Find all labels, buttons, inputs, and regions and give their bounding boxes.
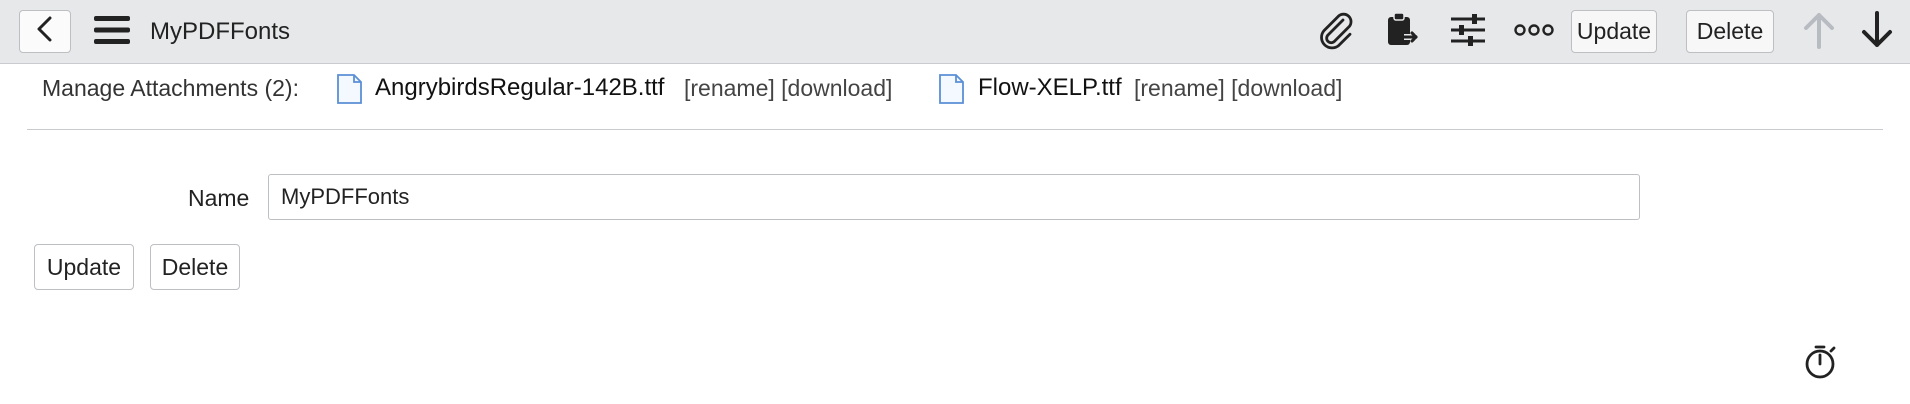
stopwatch-icon <box>1802 345 1842 386</box>
top-header: MyPDFFonts Update Delete <box>0 0 1910 64</box>
previous-record-button[interactable] <box>1797 10 1841 54</box>
more-options-button[interactable] <box>1512 10 1556 54</box>
file-icon <box>336 74 362 104</box>
update-button[interactable]: Update <box>34 244 134 290</box>
sliders-icon <box>1448 10 1488 55</box>
rename-link[interactable]: [rename] <box>1134 75 1225 101</box>
attachment-file-link[interactable]: AngrybirdsRegular-142B.ttf <box>375 66 664 110</box>
header-update-button[interactable]: Update <box>1571 10 1657 53</box>
paperclip-icon <box>1316 10 1356 55</box>
attachment-button[interactable] <box>1314 10 1358 54</box>
attachment-file-link[interactable]: Flow-XELP.ttf <box>978 66 1122 110</box>
page-title: MyPDFFonts <box>150 18 291 45</box>
download-link[interactable]: [download] <box>1231 75 1342 101</box>
header-delete-button[interactable]: Delete <box>1686 10 1774 53</box>
hamburger-menu-icon <box>93 15 131 50</box>
menu-button[interactable] <box>92 14 132 50</box>
next-record-button[interactable] <box>1855 10 1899 54</box>
clipboard-icon <box>1382 10 1422 55</box>
back-button[interactable] <box>19 10 71 53</box>
response-time-button[interactable] <box>1802 342 1842 382</box>
name-label: Name <box>188 185 250 211</box>
back-icon <box>34 16 56 47</box>
download-link[interactable]: [download] <box>781 75 892 101</box>
delete-button[interactable]: Delete <box>150 244 240 290</box>
manage-attachments-link[interactable]: Manage Attachments (2): <box>42 66 299 110</box>
name-input[interactable] <box>268 174 1640 220</box>
attachments-row: Manage Attachments (2): AngrybirdsRegula… <box>0 66 1910 110</box>
rename-link[interactable]: [rename] <box>684 75 775 101</box>
divider <box>27 129 1883 130</box>
arrow-up-icon <box>1801 10 1837 55</box>
more-icon <box>1514 22 1554 43</box>
settings-button[interactable] <box>1446 10 1490 54</box>
arrow-down-icon <box>1859 10 1895 55</box>
copy-url-button[interactable] <box>1380 10 1424 54</box>
file-icon <box>938 74 964 104</box>
